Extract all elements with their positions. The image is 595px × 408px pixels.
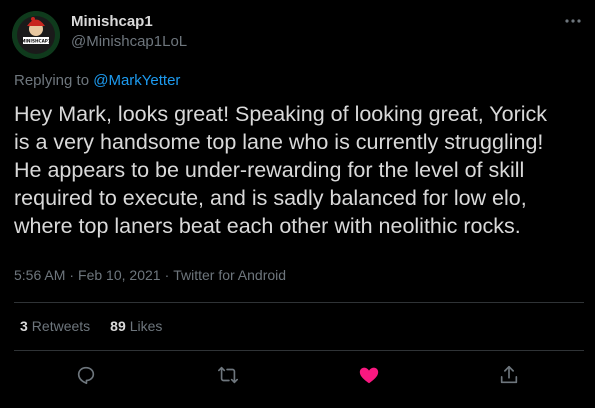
reply-icon[interactable] <box>75 364 97 386</box>
avatar[interactable]: MINISHCAP1 <box>12 11 60 59</box>
divider <box>14 350 584 351</box>
tweet-text-line: required to execute, and is sadly balanc… <box>14 186 527 210</box>
meta-separator: · <box>164 267 170 283</box>
meta-separator: · <box>69 267 75 283</box>
tweet: MINISHCAP1 Minishcap1 @Minishcap1LoL Rep… <box>0 0 595 408</box>
retweets-count: 3 <box>20 318 28 334</box>
avatar-text: MINISHCAP1 <box>21 39 51 44</box>
replying-to-label: Replying to <box>14 72 94 89</box>
retweets-stat[interactable]: 3 Retweets <box>20 318 90 334</box>
tweet-meta: 5:56 AM · Feb 10, 2021 · Twitter for Android <box>14 267 286 283</box>
divider <box>14 302 584 303</box>
tweet-text-line: is a very handsome top lane who is curre… <box>14 130 544 154</box>
tweet-text-line: Hey Mark, looks great! Speaking of looki… <box>14 102 548 126</box>
likes-label: Likes <box>129 318 163 334</box>
tweet-text-line: where top laners beat each other with ne… <box>14 214 521 238</box>
more-options-icon[interactable] <box>562 12 584 30</box>
likes-count: 89 <box>110 318 126 334</box>
handle[interactable]: @Minishcap1LoL <box>71 33 187 50</box>
tweet-time[interactable]: 5:56 AM <box>14 267 65 283</box>
tweet-text: Hey Mark, looks great! Speaking of looki… <box>14 100 589 240</box>
tweet-source[interactable]: Twitter for Android <box>173 267 286 283</box>
likes-stat[interactable]: 89 Likes <box>110 318 162 334</box>
display-name[interactable]: Minishcap1 <box>71 13 153 30</box>
retweet-icon[interactable] <box>217 364 239 386</box>
replying-to: Replying to @MarkYetter <box>14 72 180 89</box>
retweets-label: Retweets <box>31 318 91 334</box>
share-icon[interactable] <box>498 364 520 386</box>
tweet-stats: 3 Retweets 89 Likes <box>20 318 182 334</box>
reply-mention-link[interactable]: @MarkYetter <box>93 72 180 89</box>
heart-icon[interactable] <box>358 364 380 386</box>
tweet-text-line: He appears to be under-rewarding for the… <box>14 158 525 182</box>
tweet-date[interactable]: Feb 10, 2021 <box>78 267 161 283</box>
avatar-image: MINISHCAP1 <box>12 11 60 59</box>
